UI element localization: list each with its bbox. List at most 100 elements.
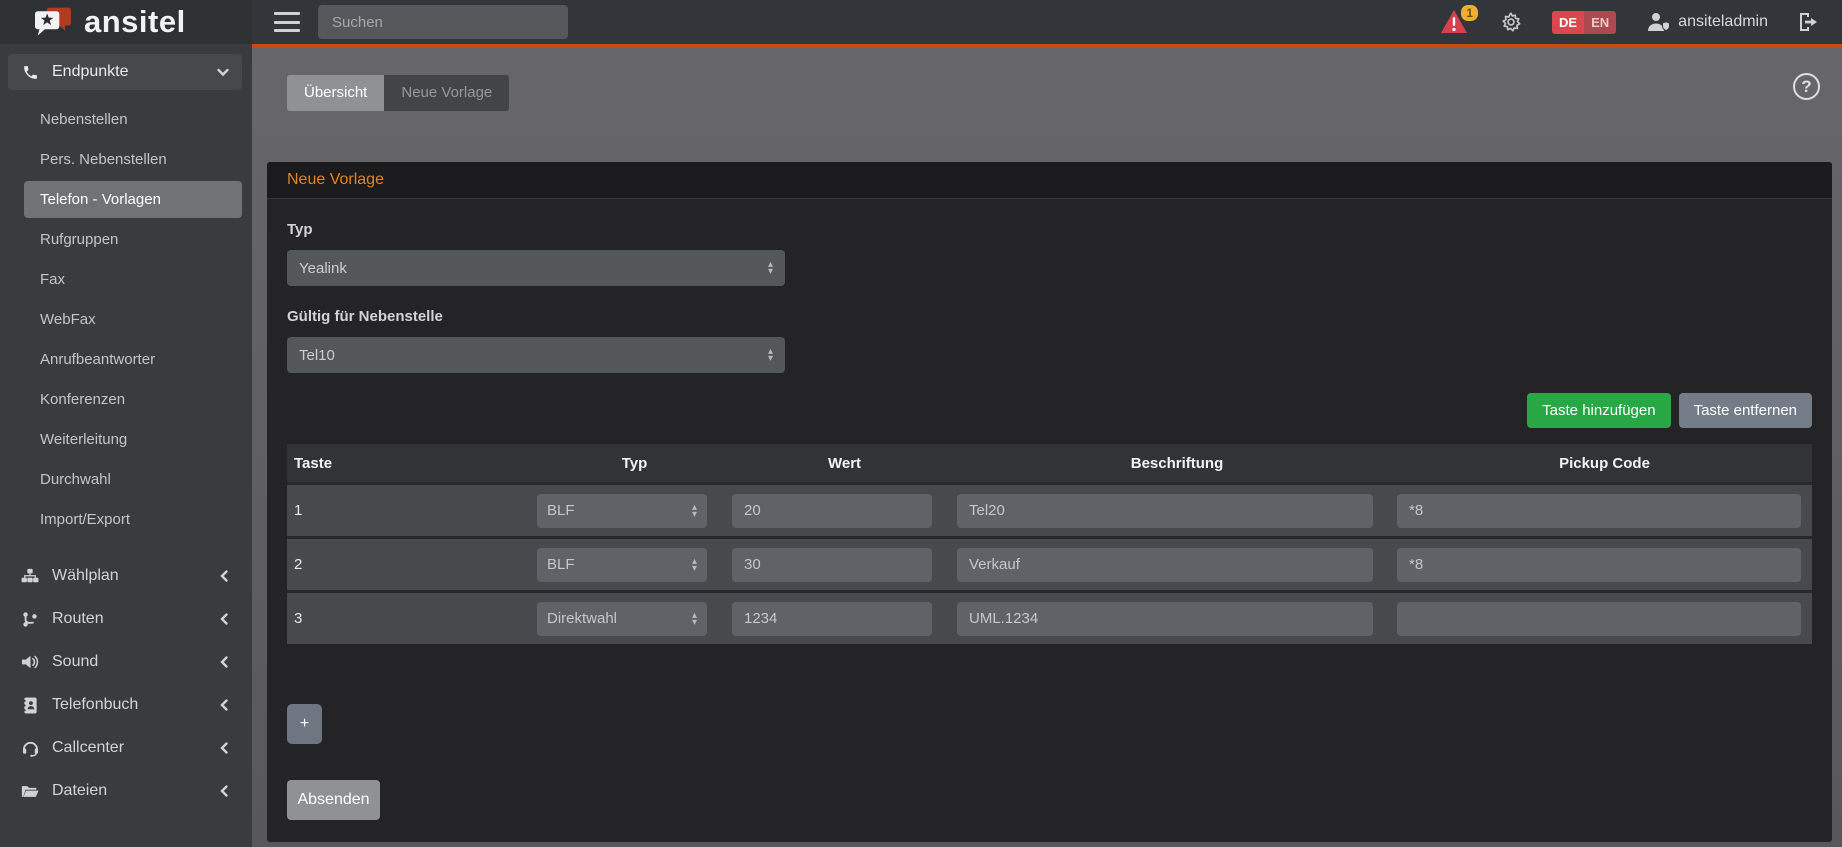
select-arrows-icon: ▴▾ <box>692 558 697 572</box>
help-icon[interactable]: ? <box>1793 73 1820 100</box>
phone-icon <box>20 64 40 81</box>
chevron-down-icon <box>216 65 230 79</box>
sidebar-item-fax[interactable]: Fax <box>24 261 242 298</box>
sidebar-group-callcenter[interactable]: Callcenter <box>8 730 242 766</box>
sidebar-group-dateien[interactable]: Dateien <box>8 773 242 809</box>
submit-button[interactable]: Absenden <box>287 780 380 820</box>
sitemap-icon <box>20 568 40 584</box>
sidebar-collapsed-groups: Wählplan Routen <box>8 558 242 809</box>
col-beschriftung: Beschriftung <box>957 455 1397 472</box>
keys-table: Taste Typ Wert Beschriftung Pickup Code … <box>287 444 1812 644</box>
sidebar-group-endpunkte[interactable]: Endpunkte <box>8 54 242 90</box>
sidebar-group-telefonbuch[interactable]: Telefonbuch <box>8 687 242 723</box>
volume-icon <box>20 654 40 670</box>
logout-icon[interactable] <box>1798 12 1820 32</box>
sidebar-item-nebenstellen[interactable]: Nebenstellen <box>24 101 242 138</box>
add-row-button[interactable]: + <box>287 704 322 744</box>
address-book-icon <box>20 697 40 714</box>
chevron-left-icon <box>218 655 230 669</box>
key-wert-input[interactable] <box>732 602 932 636</box>
add-key-button[interactable]: Taste hinzufügen <box>1527 393 1670 428</box>
col-typ: Typ <box>537 455 732 472</box>
key-pickup-input[interactable] <box>1397 602 1801 636</box>
nebenstelle-label: Gültig für Nebenstelle <box>287 308 1812 325</box>
sidebar-item-rufgruppen[interactable]: Rufgruppen <box>24 221 242 258</box>
chevron-left-icon <box>218 569 230 583</box>
key-beschriftung-input[interactable] <box>957 494 1373 528</box>
settings-gear-icon[interactable] <box>1500 11 1522 33</box>
select-arrows-icon: ▴▾ <box>692 504 697 518</box>
folder-open-icon <box>20 784 40 799</box>
sidebar-item-webfax[interactable]: WebFax <box>24 301 242 338</box>
chevron-left-icon <box>218 698 230 712</box>
sidebar-item-pers-nebenstellen[interactable]: Pers. Nebenstellen <box>24 141 242 178</box>
username: ansiteladmin <box>1678 13 1768 31</box>
sidebar-group-routen[interactable]: Routen <box>8 601 242 637</box>
ansitel-logo-icon <box>30 4 76 40</box>
key-number: 2 <box>287 556 537 573</box>
col-pickup-code: Pickup Code <box>1397 455 1812 472</box>
tab-uebersicht[interactable]: Übersicht <box>287 75 384 111</box>
neue-vorlage-panel: Neue Vorlage Typ Yealink ▴▾ Gültig für N… <box>267 162 1832 842</box>
key-typ-select[interactable]: BLF ▴▾ <box>537 494 707 528</box>
key-wert-input[interactable] <box>732 548 932 582</box>
sidebar-group-sound[interactable]: Sound <box>8 644 242 680</box>
brand[interactable]: ansitel <box>0 0 252 44</box>
language-switch: DE EN <box>1552 11 1616 34</box>
table-header-row: Taste Typ Wert Beschriftung Pickup Code <box>287 444 1812 482</box>
key-typ-value: BLF <box>547 556 575 573</box>
endpunkte-submenu: Nebenstellen Pers. Nebenstellen Telefon … <box>8 90 242 551</box>
key-typ-select[interactable]: Direktwahl ▴▾ <box>537 602 707 636</box>
sidebar-item-telefon-vorlagen[interactable]: Telefon - Vorlagen <box>24 181 242 218</box>
sidebar-group-label: Callcenter <box>52 739 124 757</box>
col-wert: Wert <box>732 455 957 472</box>
typ-label: Typ <box>287 221 1812 238</box>
sidebar-group-label: Telefonbuch <box>52 696 138 714</box>
key-pickup-input[interactable] <box>1397 494 1801 528</box>
select-arrows-icon: ▴▾ <box>768 348 773 362</box>
nebenstelle-select[interactable]: Tel10 ▴▾ <box>287 337 785 373</box>
typ-select-value: Yealink <box>299 260 347 277</box>
sidebar-group-waehlplan[interactable]: Wählplan <box>8 558 242 594</box>
topbar-actions: 1 DE EN ansiteladmin <box>1440 9 1842 35</box>
chevron-left-icon <box>218 784 230 798</box>
user-menu[interactable]: ansiteladmin <box>1646 12 1768 32</box>
sidebar-item-konferenzen[interactable]: Konferenzen <box>24 381 242 418</box>
search-input[interactable] <box>318 5 568 39</box>
route-branch-icon <box>20 611 40 628</box>
main-content: Übersicht Neue Vorlage ? Neue Vorlage Ty… <box>252 44 1842 847</box>
topbar: ansitel 1 DE EN <box>0 0 1842 44</box>
key-beschriftung-input[interactable] <box>957 602 1373 636</box>
remove-key-button[interactable]: Taste entfernen <box>1679 393 1812 428</box>
select-arrows-icon: ▴▾ <box>692 612 697 626</box>
key-typ-value: Direktwahl <box>547 610 617 627</box>
lang-de-button[interactable]: DE <box>1552 11 1584 34</box>
chevron-left-icon <box>218 741 230 755</box>
key-beschriftung-input[interactable] <box>957 548 1373 582</box>
key-typ-value: BLF <box>547 502 575 519</box>
warning-alert-icon[interactable]: 1 <box>1440 9 1470 35</box>
table-row: 3 Direktwahl ▴▾ <box>287 590 1812 644</box>
nebenstelle-select-value: Tel10 <box>299 347 335 364</box>
key-pickup-input[interactable] <box>1397 548 1801 582</box>
sidebar-item-durchwahl[interactable]: Durchwahl <box>24 461 242 498</box>
sidebar-item-weiterleitung[interactable]: Weiterleitung <box>24 421 242 458</box>
tab-neue-vorlage[interactable]: Neue Vorlage <box>384 75 509 111</box>
sidebar: Endpunkte Nebenstellen Pers. Nebenstelle… <box>0 44 252 847</box>
sidebar-group-label: Wählplan <box>52 567 119 585</box>
typ-select[interactable]: Yealink ▴▾ <box>287 250 785 286</box>
sidebar-item-import-export[interactable]: Import/Export <box>24 501 242 538</box>
col-taste: Taste <box>287 455 537 472</box>
user-shield-icon <box>1646 12 1670 32</box>
sidebar-item-anrufbeantworter[interactable]: Anrufbeantworter <box>24 341 242 378</box>
sidebar-group-label: Routen <box>52 610 104 628</box>
key-wert-input[interactable] <box>732 494 932 528</box>
table-row: 1 BLF ▴▾ <box>287 482 1812 536</box>
lang-en-button[interactable]: EN <box>1584 11 1616 34</box>
menu-toggle-icon[interactable] <box>274 12 300 32</box>
table-row: 2 BLF ▴▾ <box>287 536 1812 590</box>
key-number: 1 <box>287 502 537 519</box>
sidebar-group-label: Endpunkte <box>52 63 129 81</box>
key-number: 3 <box>287 610 537 627</box>
key-typ-select[interactable]: BLF ▴▾ <box>537 548 707 582</box>
